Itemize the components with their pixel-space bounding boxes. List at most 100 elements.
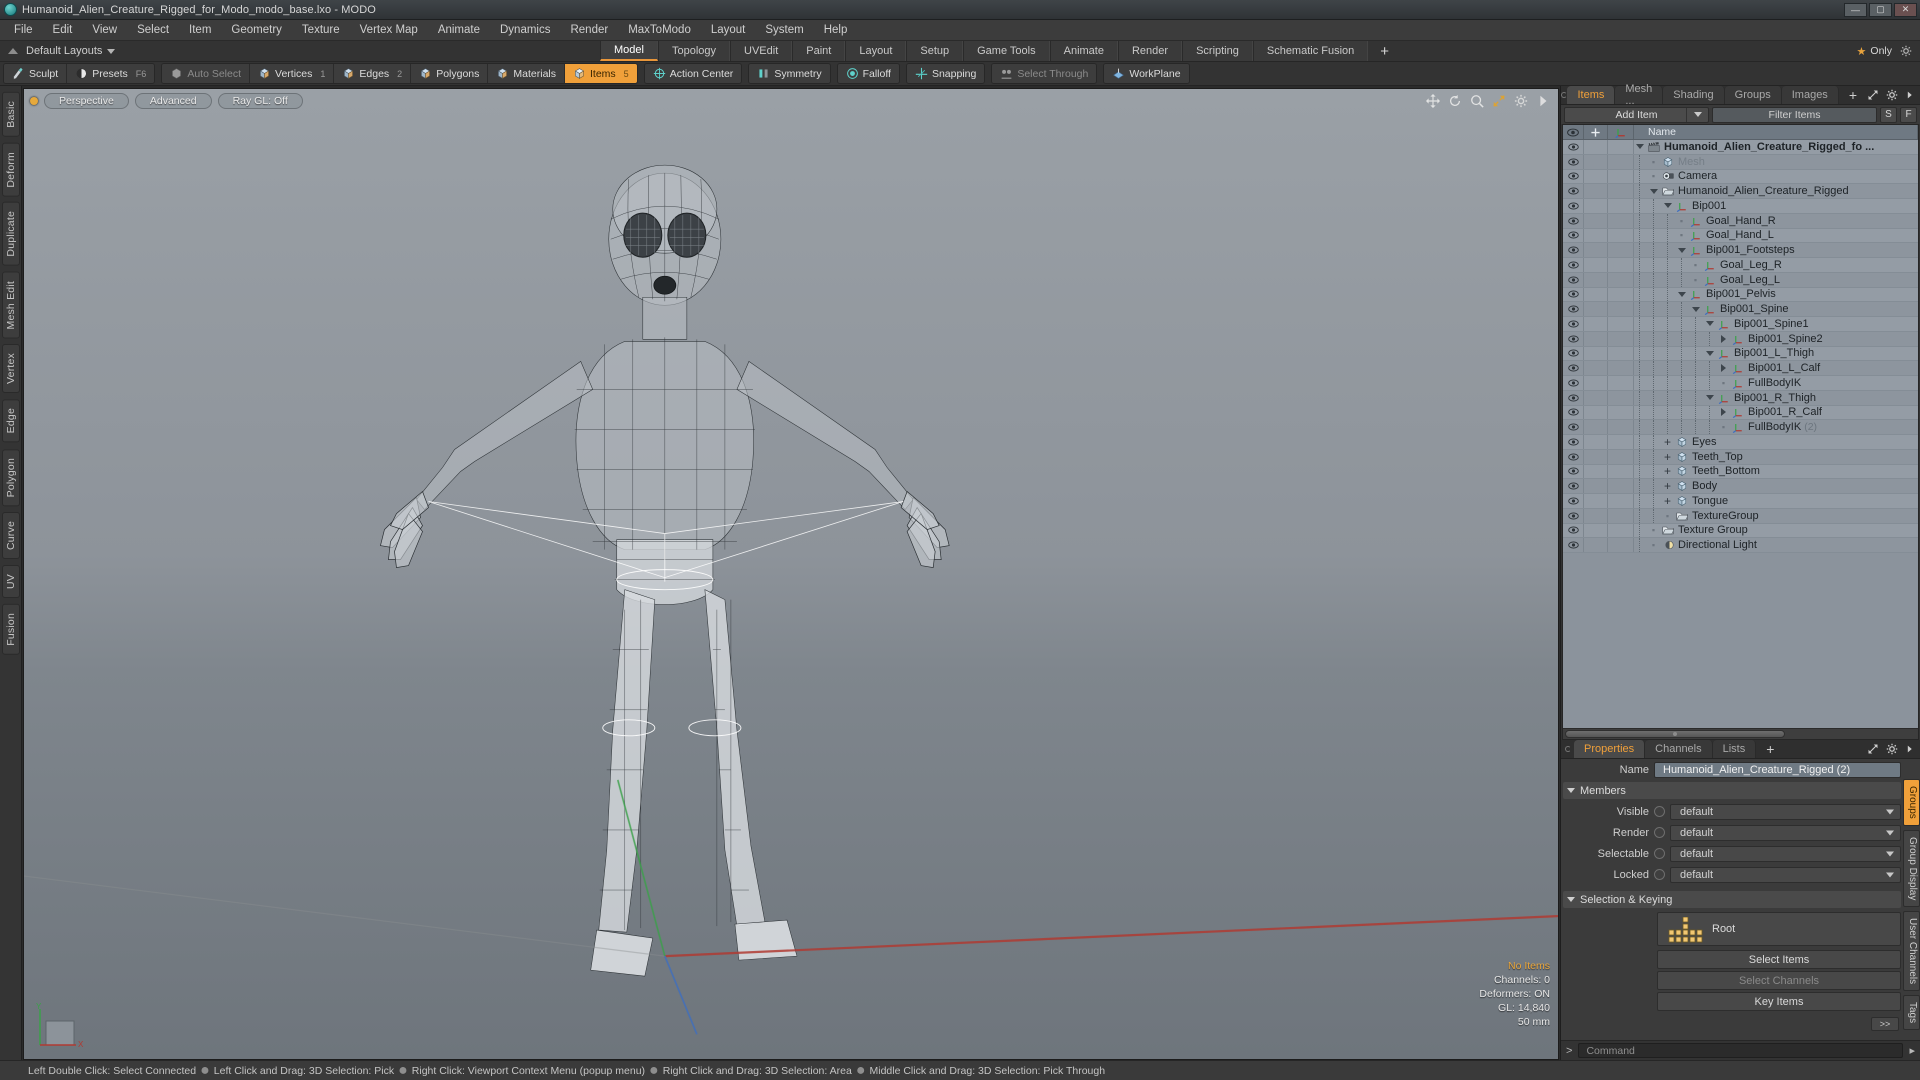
row-transform-cell[interactable] xyxy=(1608,523,1634,538)
row-visibility-toggle[interactable] xyxy=(1563,199,1584,213)
row-add-cell[interactable] xyxy=(1584,538,1608,552)
row-transform-cell[interactable] xyxy=(1608,346,1634,361)
row-name-cell[interactable]: Bip001_Spine xyxy=(1634,302,1918,316)
row-transform-cell[interactable] xyxy=(1608,331,1634,346)
row-transform-cell[interactable] xyxy=(1608,508,1634,523)
tree-leaf-marker[interactable]: ▪ xyxy=(1648,157,1659,167)
row-transform-cell[interactable] xyxy=(1608,361,1634,375)
add-item-button[interactable]: Add Item xyxy=(1564,106,1709,123)
item-tree-row[interactable]: Humanoid_Alien_Creature_Rigged xyxy=(1563,184,1918,199)
item-tree-row[interactable]: ▪ Camera xyxy=(1563,169,1918,185)
row-visibility-toggle[interactable] xyxy=(1563,302,1584,316)
row-add-cell[interactable] xyxy=(1584,405,1608,420)
menu-item-system[interactable]: System xyxy=(755,20,813,41)
left-tab-deform[interactable]: Deform xyxy=(1,142,20,197)
row-transform-cell[interactable] xyxy=(1608,449,1634,464)
row-add-cell[interactable] xyxy=(1584,508,1608,523)
row-add-cell[interactable] xyxy=(1584,420,1608,434)
row-add-cell[interactable] xyxy=(1584,140,1608,154)
item-tree-row[interactable]: ▪ Goal_Hand_L xyxy=(1563,228,1918,244)
row-add-cell[interactable] xyxy=(1584,154,1608,169)
twirl-down-icon[interactable] xyxy=(1676,291,1687,297)
item-tree-row[interactable]: ▪ FullBodyIK (2) xyxy=(1563,420,1918,435)
row-visibility-toggle[interactable] xyxy=(1563,420,1584,434)
left-tab-fusion[interactable]: Fusion xyxy=(1,604,20,655)
rotate-icon[interactable] xyxy=(1448,94,1462,108)
row-transform-cell[interactable] xyxy=(1608,376,1634,390)
twirl-right-icon[interactable] xyxy=(1718,408,1729,417)
layout-tab-uvedit[interactable]: UVEdit xyxy=(730,41,793,61)
close-button[interactable]: ✕ xyxy=(1894,2,1917,17)
tree-leaf-marker[interactable]: ▪ xyxy=(1662,511,1673,521)
row-visibility-toggle[interactable] xyxy=(1563,154,1584,169)
item-tree-row[interactable]: ▪ Goal_Leg_L xyxy=(1563,272,1918,288)
row-add-cell[interactable] xyxy=(1584,479,1608,493)
row-transform-cell[interactable] xyxy=(1608,420,1634,434)
item-tree-row[interactable]: ▪ Goal_Leg_R xyxy=(1563,258,1918,273)
row-name-cell[interactable]: Bip001_L_Calf xyxy=(1634,361,1918,375)
item-tree-row[interactable]: ▪ Directional Light xyxy=(1563,538,1918,553)
left-tab-duplicate[interactable]: Duplicate xyxy=(1,202,20,266)
mode-button-materials[interactable]: Materials xyxy=(488,64,565,83)
expand-plus-icon[interactable]: + xyxy=(1662,436,1673,448)
view-mode-dropdown[interactable]: Perspective xyxy=(44,93,129,109)
twirl-down-icon[interactable] xyxy=(1676,247,1687,253)
maximize-button[interactable]: ▢ xyxy=(1869,2,1892,17)
row-transform-cell[interactable] xyxy=(1608,464,1634,479)
row-transform-cell[interactable] xyxy=(1608,243,1634,257)
filter-items-input[interactable]: Filter Items xyxy=(1712,106,1877,123)
row-name-cell[interactable]: Bip001_Pelvis xyxy=(1634,287,1918,302)
item-tree-row[interactable]: Bip001_Pelvis xyxy=(1563,287,1918,303)
selection-keying-section-header[interactable]: Selection & Keying xyxy=(1563,891,1901,908)
twirl-down-icon[interactable] xyxy=(1704,350,1715,356)
popout-icon[interactable] xyxy=(1867,89,1879,101)
row-transform-cell[interactable] xyxy=(1608,494,1634,508)
properties-tab-properties[interactable]: Properties xyxy=(1574,740,1646,758)
menu-item-edit[interactable]: Edit xyxy=(43,20,83,41)
layout-tab-render[interactable]: Render xyxy=(1117,41,1183,61)
row-transform-cell[interactable] xyxy=(1608,258,1634,272)
left-tab-edge[interactable]: Edge xyxy=(1,399,20,443)
left-tab-uv[interactable]: UV xyxy=(1,565,20,599)
item-tree-row[interactable]: ▪ TextureGroup xyxy=(1563,508,1918,524)
row-name-cell[interactable]: ▪ TextureGroup xyxy=(1634,508,1918,523)
row-name-cell[interactable]: + Eyes xyxy=(1634,435,1918,449)
menu-item-geometry[interactable]: Geometry xyxy=(221,20,292,41)
mode-button-sculpt[interactable]: Sculpt xyxy=(4,64,68,83)
row-visibility-toggle[interactable] xyxy=(1563,317,1584,331)
chevron-down-icon[interactable] xyxy=(1686,107,1708,122)
mode-button-presets[interactable]: Presets F6 xyxy=(67,64,155,83)
gear-icon[interactable] xyxy=(1886,89,1898,101)
row-visibility-toggle[interactable] xyxy=(1563,228,1584,243)
item-tree-row[interactable]: Bip001_Spine1 xyxy=(1563,317,1918,332)
row-visibility-toggle[interactable] xyxy=(1563,449,1584,464)
item-tree-row[interactable]: + Eyes xyxy=(1563,435,1918,450)
left-tab-vertex[interactable]: Vertex xyxy=(1,344,20,394)
left-tab-polygon[interactable]: Polygon xyxy=(1,448,20,507)
item-tree-row[interactable]: Bip001_R_Thigh xyxy=(1563,390,1918,406)
row-visibility-toggle[interactable] xyxy=(1563,258,1584,272)
item-tree-row[interactable]: ▪ Goal_Hand_R xyxy=(1563,213,1918,229)
side-tab-tags[interactable]: Tags xyxy=(1903,995,1920,1031)
mode-button-polygons[interactable]: Polygons xyxy=(411,64,489,83)
tree-leaf-marker[interactable]: ▪ xyxy=(1718,378,1729,388)
menu-item-dynamics[interactable]: Dynamics xyxy=(490,20,560,41)
mode-button-snapping[interactable]: Snapping xyxy=(906,64,985,83)
chevron-right-icon[interactable] xyxy=(1536,94,1550,108)
row-name-cell[interactable]: ▪ FullBodyIK (2) xyxy=(1634,420,1918,434)
3d-viewport[interactable]: Perspective Advanced Ray GL: Off Y X No … xyxy=(23,88,1559,1060)
panel-lock-icon[interactable] xyxy=(1561,740,1574,758)
row-transform-cell[interactable] xyxy=(1608,317,1634,331)
row-add-cell[interactable] xyxy=(1584,302,1608,316)
row-name-cell[interactable]: Bip001_L_Thigh xyxy=(1634,346,1918,361)
item-tree-row[interactable]: Bip001_Footsteps xyxy=(1563,243,1918,258)
twirl-down-icon[interactable] xyxy=(1662,203,1673,209)
menu-item-help[interactable]: Help xyxy=(814,20,858,41)
add-properties-tab-button[interactable]: + xyxy=(1756,740,1784,758)
layout-tab-topology[interactable]: Topology xyxy=(657,41,731,61)
row-transform-cell[interactable] xyxy=(1608,228,1634,243)
twirl-down-icon[interactable] xyxy=(1690,306,1701,312)
row-transform-cell[interactable] xyxy=(1608,479,1634,493)
row-add-cell[interactable] xyxy=(1584,331,1608,346)
default-layouts-menu[interactable]: Default Layouts xyxy=(26,45,116,57)
